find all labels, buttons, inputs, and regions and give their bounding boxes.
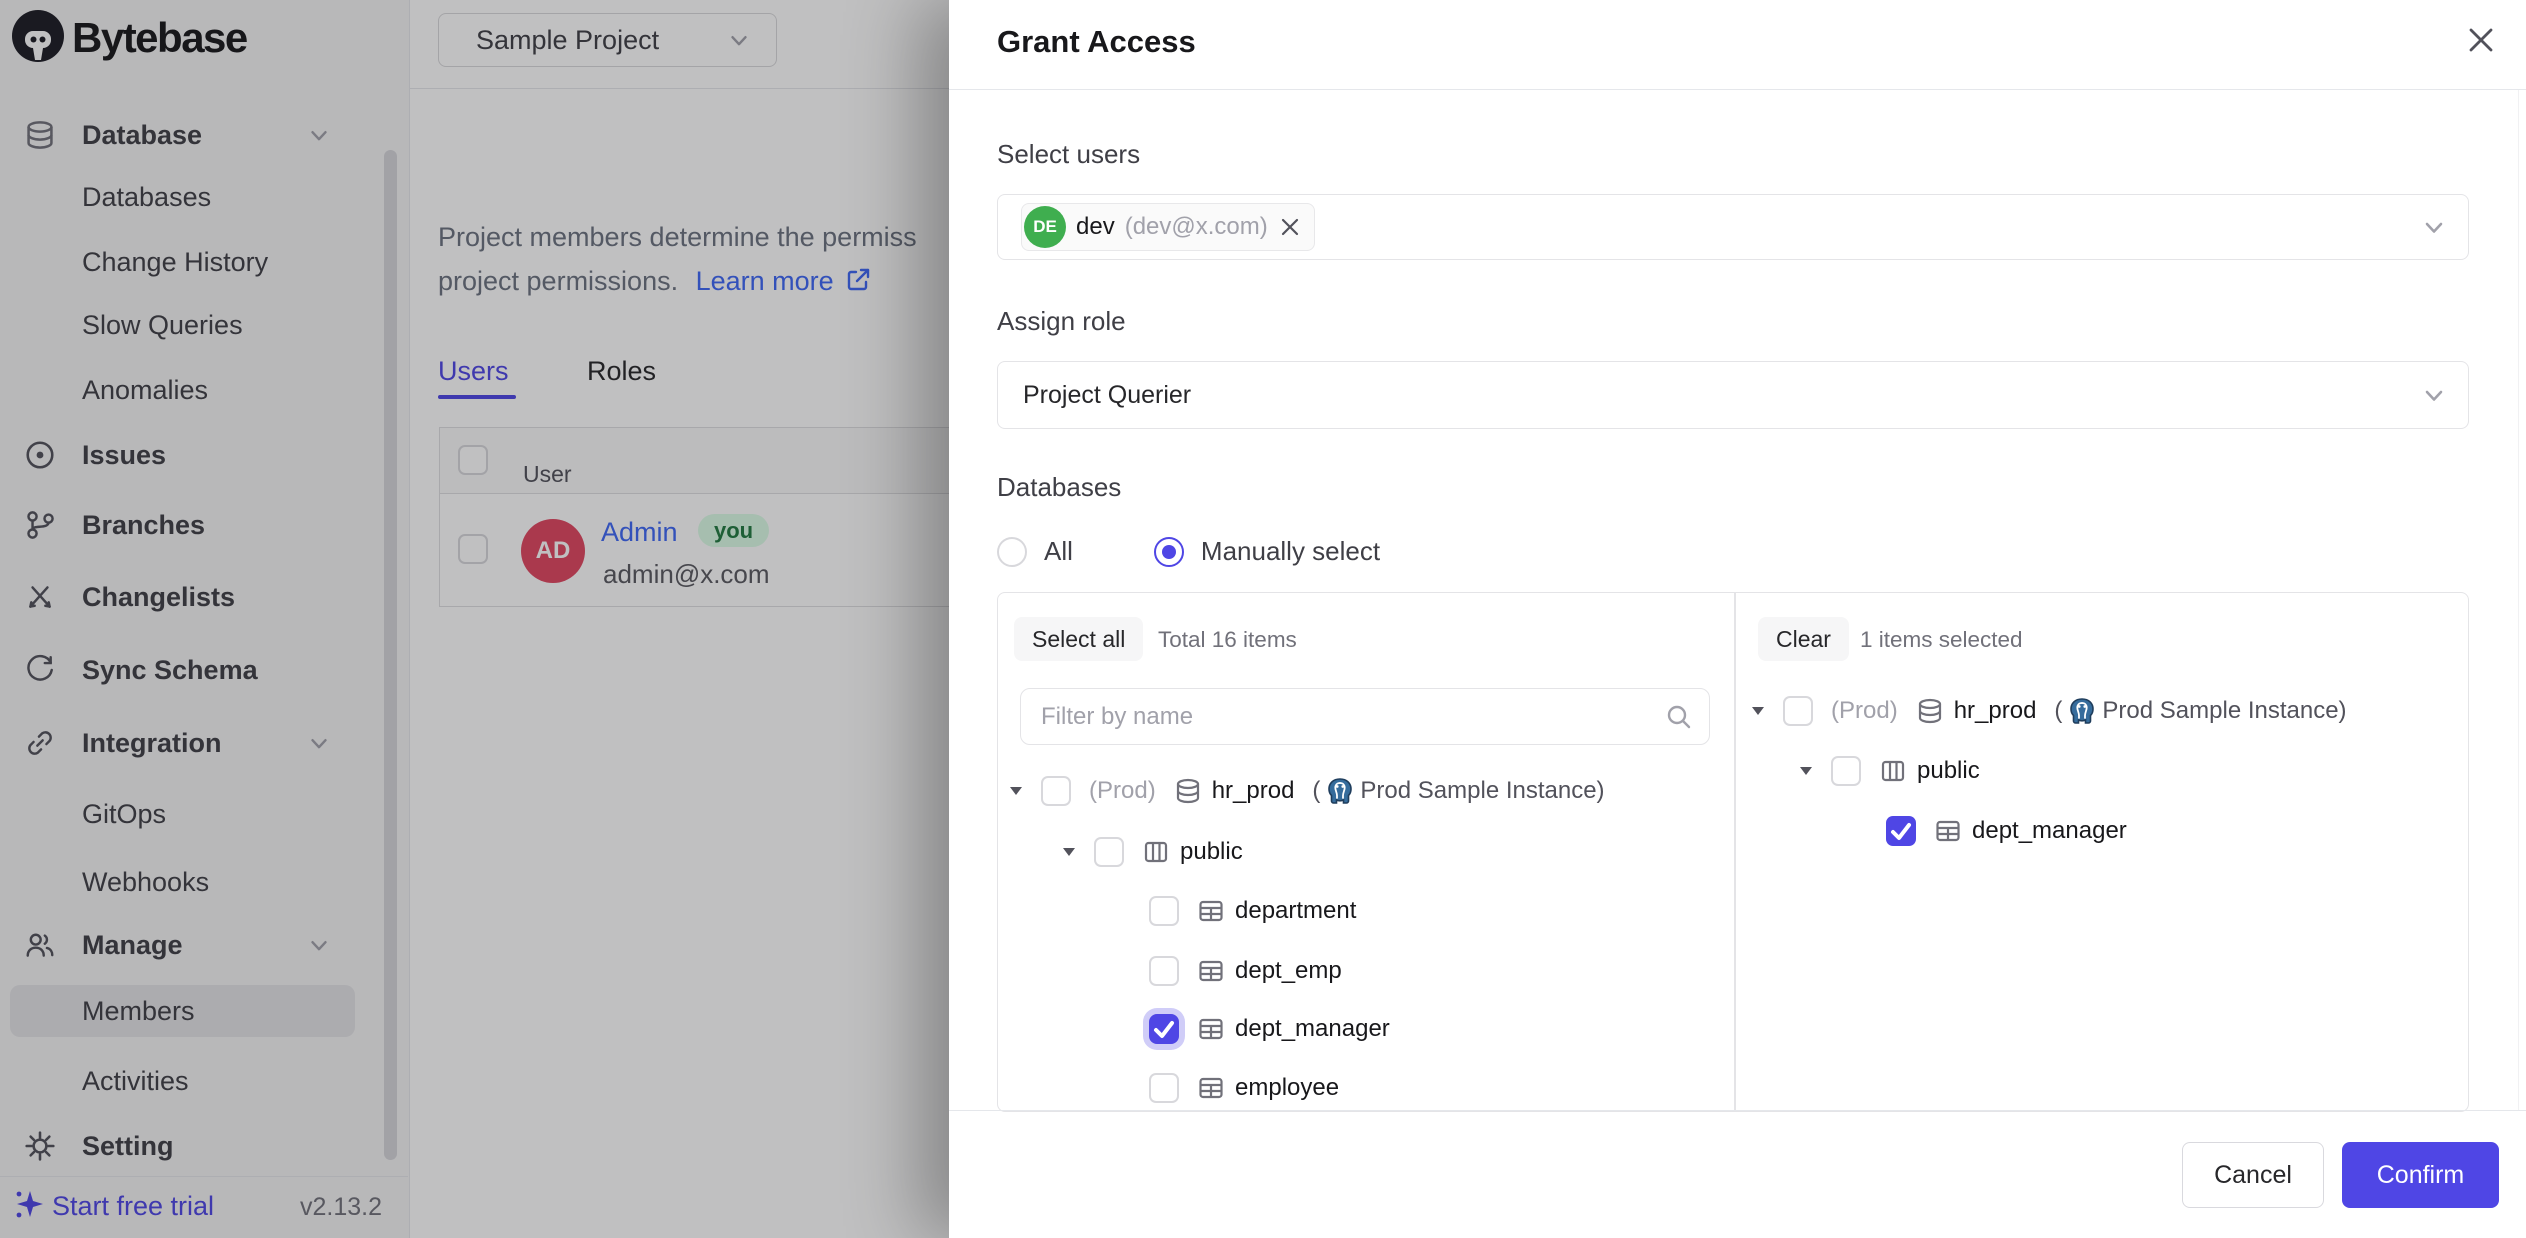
tree-row-public: public <box>1062 828 1243 876</box>
checkbox-department[interactable] <box>1149 896 1179 926</box>
chip-user-name: dev <box>1076 213 1115 241</box>
avatar: DE <box>1024 206 1066 248</box>
schema-icon <box>1142 838 1170 866</box>
tree-row-dept-manager: dept_manager <box>1149 1005 1390 1053</box>
chevron-down-icon[interactable] <box>2420 213 2448 241</box>
tree-row-dept-manager-selected: dept_manager <box>1886 807 2127 855</box>
selected-items-label: 1 items selected <box>1860 627 2023 653</box>
collapse-caret-icon[interactable] <box>1799 766 1813 776</box>
checkbox-public-right[interactable] <box>1831 756 1861 786</box>
database-icon <box>1916 697 1944 725</box>
chip-user-email: (dev@x.com) <box>1125 213 1268 241</box>
tree-row-dept-emp: dept_emp <box>1149 947 1342 995</box>
total-items-label: Total 16 items <box>1158 627 1297 653</box>
tree-row-hr-prod: (Prod) hr_prod ( Prod Sample Instance) <box>1009 767 1605 815</box>
clear-button[interactable]: Clear <box>1758 617 1849 661</box>
postgresql-icon <box>1326 777 1354 805</box>
search-icon <box>1665 703 1693 731</box>
radio-all[interactable] <box>997 537 1027 567</box>
modal-header-divider <box>949 89 2526 90</box>
collapse-caret-icon[interactable] <box>1751 706 1765 716</box>
tree-row-department: department <box>1149 887 1356 935</box>
select-users-input[interactable]: DE dev (dev@x.com) <box>997 194 2469 260</box>
checkbox-public[interactable] <box>1094 837 1124 867</box>
cancel-button[interactable]: Cancel <box>2182 1142 2324 1208</box>
table-icon <box>1197 1074 1225 1102</box>
modal-scroll-gutter <box>2518 90 2519 1110</box>
database-transfer-panel: Select all Total 16 items (Prod) hr_prod… <box>997 592 2469 1112</box>
table-icon <box>1197 897 1225 925</box>
radio-all-label: All <box>1044 536 1073 567</box>
schema-icon <box>1879 757 1907 785</box>
filter-input[interactable] <box>1021 689 1709 744</box>
modal-footer-divider <box>949 1110 2526 1111</box>
collapse-caret-icon[interactable] <box>1062 847 1076 857</box>
databases-label: Databases <box>997 472 1121 503</box>
check-icon <box>1149 1014 1179 1044</box>
checkbox-employee[interactable] <box>1149 1073 1179 1103</box>
postgresql-icon <box>2068 697 2096 725</box>
checkbox-dept-emp[interactable] <box>1149 956 1179 986</box>
close-icon[interactable] <box>2465 24 2497 56</box>
select-users-label: Select users <box>997 139 1140 170</box>
database-icon <box>1174 777 1202 805</box>
checkbox-hr-prod[interactable] <box>1041 776 1071 806</box>
table-icon <box>1934 817 1962 845</box>
collapse-caret-icon[interactable] <box>1009 786 1023 796</box>
app-screen: Bytebase Database Databases Change Histo… <box>0 0 2526 1238</box>
chevron-down-icon <box>2420 381 2448 409</box>
tree-row-public-selected: public <box>1799 747 1980 795</box>
selected-user-chip: DE dev (dev@x.com) <box>1021 203 1315 251</box>
role-select-value: Project Querier <box>1023 381 1191 410</box>
tree-row-hr-prod-selected: (Prod) hr_prod ( Prod Sample Instance) <box>1751 687 2347 735</box>
modal-title: Grant Access <box>997 24 1196 60</box>
assign-role-label: Assign role <box>997 306 1126 337</box>
radio-manual-label: Manually select <box>1201 536 1380 567</box>
checkbox-dept-manager-right-checked[interactable] <box>1886 816 1916 846</box>
transfer-panel-divider <box>1734 593 1736 1111</box>
tree-row-employee: employee <box>1149 1064 1339 1112</box>
table-icon <box>1197 957 1225 985</box>
check-icon <box>1886 816 1916 846</box>
databases-radio-group: All Manually select <box>997 536 1380 567</box>
select-all-button[interactable]: Select all <box>1014 617 1143 661</box>
filter-field <box>1020 688 1710 745</box>
table-icon <box>1197 1015 1225 1043</box>
checkbox-hr-prod-right[interactable] <box>1783 696 1813 726</box>
role-select[interactable]: Project Querier <box>997 361 2469 429</box>
confirm-button[interactable]: Confirm <box>2342 1142 2499 1208</box>
grant-access-modal: Grant Access Select users DE dev (dev@x.… <box>949 0 2526 1238</box>
radio-manually-select[interactable] <box>1154 537 1184 567</box>
remove-chip-icon[interactable] <box>1278 215 1302 239</box>
checkbox-dept-manager-checked[interactable] <box>1149 1014 1179 1044</box>
